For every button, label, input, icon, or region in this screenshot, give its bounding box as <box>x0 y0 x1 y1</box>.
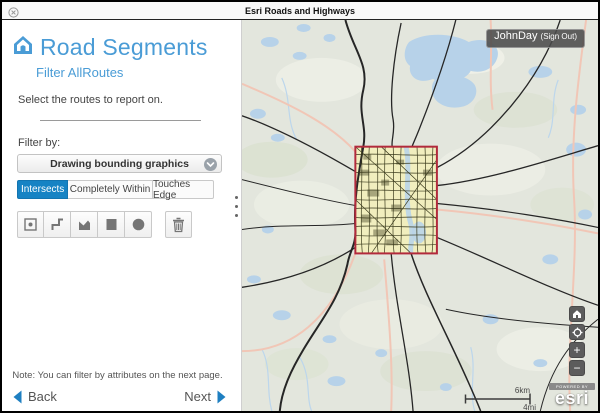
sign-out-label: (Sign Out) <box>541 32 577 41</box>
chevron-down-icon[interactable] <box>204 158 217 171</box>
spatial-relation-tabs: Intersects Completely Within Touches Edg… <box>17 180 214 199</box>
home-icon <box>12 35 34 60</box>
close-icon[interactable] <box>8 5 19 16</box>
page-title: Road Segments <box>40 34 208 61</box>
scale-bar: 6km 4mi <box>464 386 540 411</box>
user-sign-out-button[interactable]: JohnDay (Sign Out) <box>486 29 585 48</box>
polygon-icon <box>77 217 92 232</box>
window-title: Esri Roads and Highways <box>245 6 355 16</box>
panel-resize-handle[interactable] <box>235 196 238 217</box>
filter-allroutes-link[interactable]: Filter AllRoutes <box>2 61 241 80</box>
scale-mi-label: 4mi <box>523 403 536 411</box>
tab-touches-edge[interactable]: Touches Edge <box>153 180 214 199</box>
locate-button[interactable] <box>569 324 585 340</box>
next-button[interactable]: Next <box>184 389 227 404</box>
note-text: Note: You can filter by attributes on th… <box>2 370 233 381</box>
locate-icon <box>572 327 583 338</box>
point-tool-button[interactable] <box>17 211 44 238</box>
chevron-left-icon <box>12 390 23 404</box>
tab-completely-within[interactable]: Completely Within <box>68 180 153 199</box>
esri-logo: POWERED BY esri <box>549 383 595 409</box>
trash-icon <box>171 217 186 233</box>
polyline-tool-button[interactable] <box>44 211 71 238</box>
dropdown-selected-value: Drawing bounding graphics <box>50 158 189 170</box>
app-window: Esri Roads and Highways Road Segments Fi… <box>0 0 600 413</box>
tab-intersects[interactable]: Intersects <box>17 180 68 199</box>
polyline-icon <box>50 217 65 232</box>
map-container: JohnDay (Sign Out) + − 6km <box>242 20 598 411</box>
filter-method-dropdown[interactable]: Drawing bounding graphics <box>17 154 222 173</box>
circle-icon <box>131 217 146 232</box>
draw-toolbar <box>17 211 241 238</box>
map-canvas[interactable] <box>242 20 598 411</box>
point-icon <box>23 217 38 232</box>
polygon-tool-button[interactable] <box>71 211 98 238</box>
rectangle-icon <box>104 217 119 232</box>
zoom-in-button[interactable]: + <box>569 342 585 358</box>
panel-description: Select the routes to report on. <box>2 80 241 106</box>
home-extent-button[interactable] <box>569 306 585 322</box>
user-name: JohnDay <box>494 30 537 42</box>
titlebar: Esri Roads and Highways <box>2 2 598 20</box>
next-label: Next <box>184 389 211 404</box>
chevron-right-icon <box>216 390 227 404</box>
circle-tool-button[interactable] <box>125 211 152 238</box>
back-button[interactable]: Back <box>12 389 57 404</box>
esri-brand: esri <box>549 388 595 409</box>
home-icon <box>572 309 582 319</box>
clear-graphics-button[interactable] <box>165 211 192 238</box>
rectangle-tool-button[interactable] <box>98 211 125 238</box>
map-controls: + − <box>569 306 585 376</box>
filter-by-label: Filter by: <box>2 121 241 154</box>
zoom-out-button[interactable]: − <box>569 360 585 376</box>
back-label: Back <box>28 389 57 404</box>
filter-panel: Road Segments Filter AllRoutes Select th… <box>2 20 242 411</box>
